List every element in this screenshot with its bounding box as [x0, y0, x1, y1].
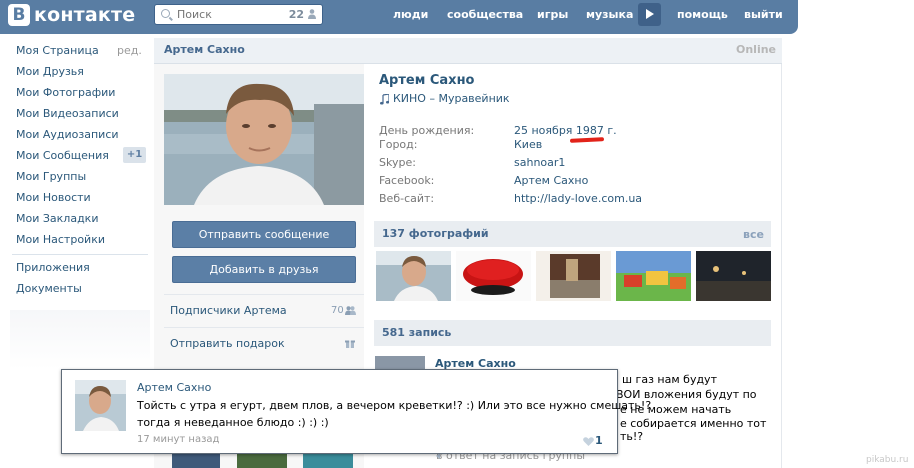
- vk-logo-letter: В: [8, 4, 30, 26]
- panel-header: [154, 38, 782, 64]
- vk-logo-text: контакте: [34, 4, 136, 26]
- add-friend-button[interactable]: Добавить в друзья: [172, 256, 356, 283]
- field-value-facebook[interactable]: Артем Сахно: [514, 174, 588, 187]
- post-text-line: е собирается именно тот: [620, 417, 767, 430]
- left-column-divider: [164, 294, 364, 295]
- photo-thumbnail[interactable]: [616, 251, 691, 301]
- photo-thumbnail[interactable]: [696, 251, 771, 301]
- photo-thumbnail[interactable]: [376, 251, 451, 301]
- popup-author-avatar[interactable]: [75, 380, 126, 431]
- play-icon[interactable]: [638, 3, 661, 26]
- menu-divider: [12, 254, 148, 255]
- photos-section-title[interactable]: 137 фотографий: [382, 227, 489, 240]
- field-label-city: Город:: [379, 138, 418, 151]
- search-box[interactable]: 22: [154, 4, 323, 25]
- search-input[interactable]: [175, 7, 275, 22]
- search-icon: [161, 9, 170, 18]
- panel-title: Артем Сахно: [164, 43, 245, 56]
- menu-photos[interactable]: Мои Фотографии: [16, 86, 115, 99]
- nav-games[interactable]: игры: [537, 8, 568, 21]
- menu-groups[interactable]: Мои Группы: [16, 170, 86, 183]
- nav-logout[interactable]: выйти: [744, 8, 783, 21]
- field-value-birthday[interactable]: 25 ноября 1987 г.: [514, 124, 617, 137]
- heart-icon[interactable]: [583, 437, 594, 446]
- menu-apps[interactable]: Приложения: [16, 261, 90, 274]
- gift-icon: [345, 340, 355, 348]
- photos-all-link[interactable]: все: [743, 228, 764, 241]
- nav-people[interactable]: люди: [393, 8, 428, 21]
- messages-badge[interactable]: +1: [123, 147, 146, 163]
- field-value-city[interactable]: Киев: [514, 138, 542, 151]
- send-message-button[interactable]: Отправить сообщение: [172, 221, 356, 248]
- photo-thumbnail[interactable]: [536, 251, 611, 301]
- popup-like-count: 1: [595, 434, 603, 447]
- field-label-skype: Skype:: [379, 156, 416, 169]
- users-icon: [345, 306, 356, 315]
- friend-thumbnail[interactable]: [172, 452, 220, 468]
- friend-thumbnail[interactable]: [303, 452, 353, 468]
- menu-bookmarks[interactable]: Мои Закладки: [16, 212, 98, 225]
- menu-background: [10, 310, 150, 370]
- menu-settings[interactable]: Мои Настройки: [16, 233, 105, 246]
- search-count: 22: [288, 8, 304, 21]
- red-underline-mark: [569, 137, 605, 143]
- post-text-line: ть!?: [620, 430, 644, 443]
- popup-text-line: Тойсть с утра я егурт, двем плов, а вече…: [137, 399, 652, 412]
- post-author-avatar[interactable]: [375, 356, 425, 370]
- send-gift-link[interactable]: Отправить подарок: [170, 337, 285, 350]
- popup-timestamp[interactable]: 17 минут назад: [137, 434, 219, 445]
- panel-border: [781, 38, 782, 468]
- menu-edit-link[interactable]: ред.: [117, 44, 142, 57]
- profile-status[interactable]: КИНО – Муравейник: [393, 92, 510, 105]
- left-column-divider: [164, 327, 364, 328]
- popup-text-line: тогда я неведанное блюдо :) :) :): [137, 416, 329, 429]
- menu-friends[interactable]: Мои Друзья: [16, 65, 84, 78]
- field-label-website: Веб-сайт:: [379, 192, 435, 205]
- field-label-birthday: День рождения:: [379, 124, 475, 137]
- post-text-line: ш газ нам будут: [622, 373, 717, 386]
- photo-thumbnail[interactable]: [456, 251, 531, 301]
- nav-help[interactable]: помощь: [677, 8, 728, 21]
- music-note-icon[interactable]: [380, 94, 389, 105]
- popup-author-name[interactable]: Артем Сахно: [137, 381, 211, 394]
- menu-messages[interactable]: Мои Сообщения: [16, 149, 109, 162]
- user-icon: [308, 9, 316, 19]
- field-value-skype[interactable]: sahnoar1: [514, 156, 565, 169]
- field-label-facebook: Facebook:: [379, 174, 435, 187]
- profile-avatar[interactable]: [164, 74, 364, 205]
- field-value-website[interactable]: http://lady-love.com.ua: [514, 192, 642, 205]
- vk-logo[interactable]: В контакте: [8, 3, 135, 27]
- online-status: Online: [736, 43, 777, 56]
- menu-documents[interactable]: Документы: [16, 282, 82, 295]
- friend-thumbnail[interactable]: [237, 452, 287, 468]
- profile-name: Артем Сахно: [379, 73, 475, 88]
- watermark: pikabu.ru: [866, 455, 909, 465]
- menu-videos[interactable]: Мои Видеозаписи: [16, 107, 119, 120]
- nav-communities[interactable]: сообщества: [447, 8, 523, 21]
- menu-audio[interactable]: Мои Аудиозаписи: [16, 128, 119, 141]
- menu-my-page[interactable]: Моя Страница: [16, 44, 99, 57]
- menu-news[interactable]: Мои Новости: [16, 191, 91, 204]
- wall-section-title[interactable]: 581 запись: [382, 326, 451, 339]
- followers-count: 70: [331, 305, 344, 316]
- followers-link[interactable]: Подписчики Артема: [170, 304, 287, 317]
- nav-music[interactable]: музыка: [586, 8, 633, 21]
